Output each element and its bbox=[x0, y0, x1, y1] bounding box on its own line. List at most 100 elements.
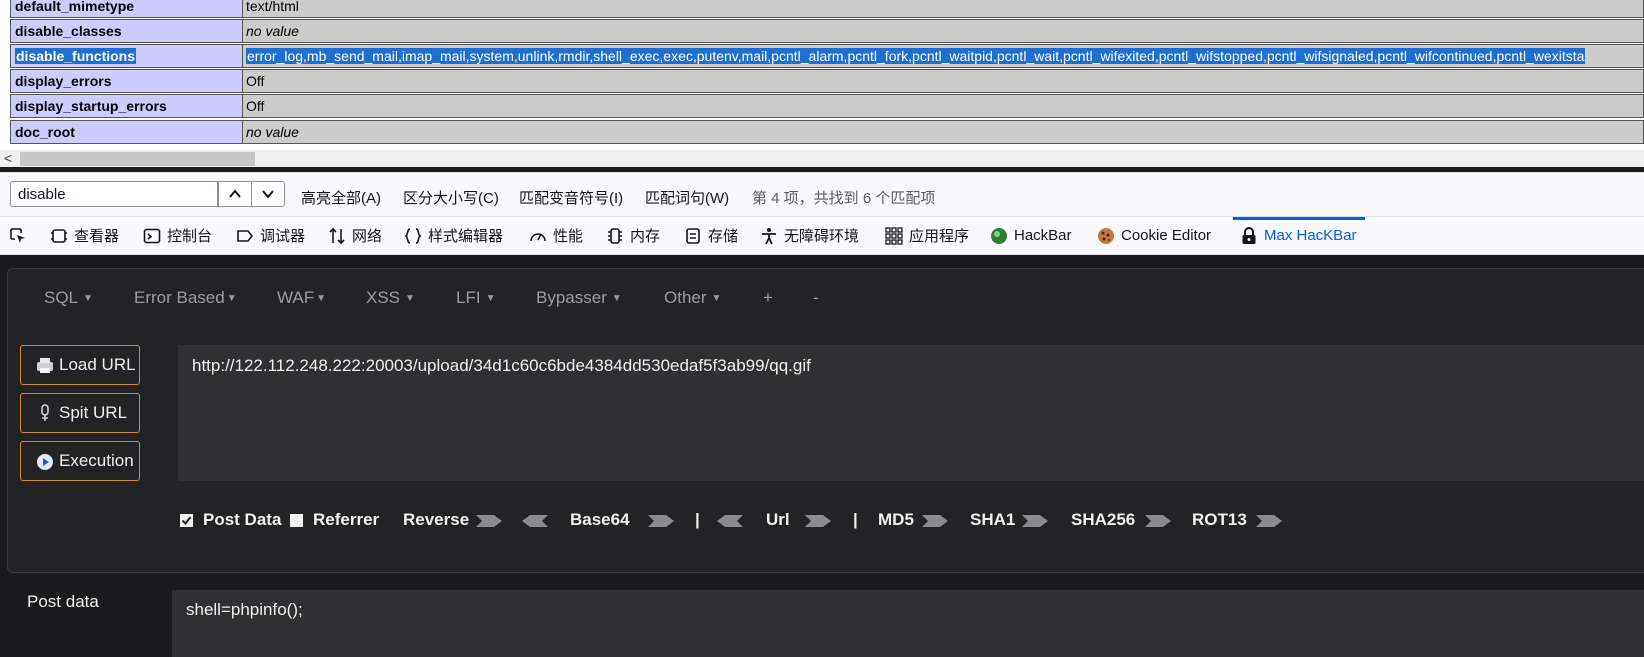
menu-sql[interactable]: SQL ▼ bbox=[44, 288, 93, 308]
menu-error-based[interactable]: Error Based ▼ bbox=[134, 288, 237, 308]
table-row: disable_classes no value bbox=[10, 19, 1644, 43]
tab-network[interactable]: 网络 bbox=[328, 217, 382, 254]
add-button[interactable]: + bbox=[763, 288, 773, 308]
load-url-button[interactable]: Load URL bbox=[20, 345, 140, 385]
application-icon bbox=[885, 226, 903, 245]
post-data-label: Post data bbox=[27, 592, 99, 611]
menu-other[interactable]: Other ▼ bbox=[664, 288, 721, 308]
style-editor-icon bbox=[404, 227, 422, 244]
selected-text: error_log,mb_send_mail,imap_mail,system,… bbox=[246, 48, 1586, 64]
match-diacritics-option[interactable]: 匹配变音符号(I) bbox=[519, 187, 623, 208]
menu-waf[interactable]: WAF ▼ bbox=[277, 288, 326, 308]
split-url-button[interactable]: Spit URL bbox=[20, 393, 140, 433]
caret-down-icon: ▼ bbox=[226, 293, 237, 305]
arrow-left-icon[interactable] bbox=[717, 513, 743, 529]
table-row: default_mimetype text/html bbox=[10, 0, 1644, 18]
separator: | bbox=[695, 510, 700, 529]
lock-icon bbox=[1242, 226, 1256, 244]
sha1-button[interactable]: SHA1 bbox=[970, 510, 1015, 530]
checkbox-checked-icon bbox=[180, 513, 193, 527]
match-case-option[interactable]: 区分大小写(C) bbox=[403, 187, 499, 208]
tab-console[interactable]: 控制台 bbox=[143, 217, 212, 254]
base64-button[interactable]: Base64 bbox=[570, 510, 630, 530]
checkbox-unchecked-icon bbox=[290, 513, 303, 527]
tab-storage[interactable]: 存储 bbox=[684, 217, 738, 254]
url-textarea[interactable]: http://122.112.248.222:20003/upload/34d1… bbox=[178, 345, 1644, 481]
scrollbar-thumb[interactable] bbox=[20, 152, 255, 166]
tab-accessibility[interactable]: 无障碍环境 bbox=[760, 217, 859, 254]
debugger-icon bbox=[237, 229, 254, 242]
chevron-up-icon bbox=[229, 189, 241, 198]
arrow-left-icon[interactable] bbox=[522, 513, 548, 529]
caret-down-icon: ▼ bbox=[485, 293, 496, 305]
tab-max-hackbar[interactable]: Max HacKBar bbox=[1233, 217, 1365, 254]
tab-cookie-editor[interactable]: Cookie Editor bbox=[1097, 217, 1211, 254]
directive-value: Off bbox=[243, 69, 1644, 93]
directive-value: no value bbox=[243, 120, 1644, 144]
chevron-down-icon bbox=[262, 190, 274, 199]
url-encode-button[interactable]: Url bbox=[766, 510, 790, 530]
find-status: 第 4 项，共找到 6 个匹配项 bbox=[752, 190, 936, 207]
tab-debugger[interactable]: 调试器 bbox=[236, 217, 305, 254]
console-icon bbox=[143, 228, 161, 243]
storage-icon bbox=[686, 227, 700, 244]
post-data-checkbox[interactable]: Post Data bbox=[180, 510, 281, 530]
menu-lfi[interactable]: LFI ▼ bbox=[456, 288, 495, 308]
directive-name: disable_functions bbox=[10, 44, 243, 68]
whole-words-option[interactable]: 匹配词句(W) bbox=[645, 187, 729, 208]
arrow-right-icon[interactable] bbox=[476, 513, 502, 529]
directive-value: error_log,mb_send_mail,imap_mail,system,… bbox=[243, 44, 1644, 68]
find-bar: 高亮全部(A) 区分大小写(C) 匹配变音符号(I) 匹配词句(W) 第 4 项… bbox=[0, 172, 1644, 217]
find-next-button[interactable] bbox=[251, 181, 285, 207]
arrow-right-icon[interactable] bbox=[1256, 513, 1282, 529]
load-icon bbox=[37, 358, 53, 373]
table-row: doc_root no value bbox=[10, 120, 1644, 144]
performance-icon bbox=[530, 232, 546, 241]
directive-name: default_mimetype bbox=[10, 0, 243, 18]
directive-value: no value bbox=[243, 19, 1644, 43]
element-picker-button[interactable] bbox=[9, 217, 33, 254]
tab-performance[interactable]: 性能 bbox=[529, 217, 583, 254]
directive-value: Off bbox=[243, 94, 1644, 118]
find-input[interactable] bbox=[10, 181, 218, 207]
tab-style-editor[interactable]: 样式编辑器 bbox=[404, 217, 503, 254]
arrow-right-icon[interactable] bbox=[1145, 513, 1171, 529]
md5-button[interactable]: MD5 bbox=[878, 510, 914, 530]
play-icon bbox=[37, 454, 53, 470]
picker-icon bbox=[10, 227, 25, 243]
tab-memory[interactable]: 内存 bbox=[606, 217, 660, 254]
directive-name: doc_root bbox=[10, 120, 243, 144]
tab-inspector[interactable]: 查看器 bbox=[50, 217, 119, 254]
arrow-right-icon[interactable] bbox=[648, 513, 674, 529]
caret-down-icon: ▼ bbox=[405, 293, 415, 305]
arrow-right-icon[interactable] bbox=[1022, 513, 1048, 529]
arrow-right-icon[interactable] bbox=[805, 513, 831, 529]
phpinfo-table: default_mimetype text/html disable_class… bbox=[0, 0, 1644, 150]
find-previous-button[interactable] bbox=[218, 181, 252, 207]
rot13-button[interactable]: ROT13 bbox=[1192, 510, 1247, 530]
post-data-textarea[interactable]: shell=phpinfo(); bbox=[172, 590, 1644, 657]
inspector-icon bbox=[51, 228, 67, 243]
reverse-button[interactable]: Reverse bbox=[403, 510, 469, 530]
arrow-right-icon[interactable] bbox=[922, 513, 948, 529]
split-icon bbox=[41, 404, 49, 421]
referrer-checkbox[interactable]: Referrer bbox=[290, 510, 379, 530]
devtools-toolbar: 查看器 控制台 调试器 网络 样式编辑器 性能 内存 存储 无障碍环境 应用程序… bbox=[0, 216, 1644, 255]
scroll-left-icon[interactable]: < bbox=[4, 150, 12, 167]
sha256-button[interactable]: SHA256 bbox=[1071, 510, 1135, 530]
caret-down-icon: ▼ bbox=[83, 293, 93, 305]
table-row: disable_functions error_log,mb_send_mail… bbox=[10, 44, 1644, 68]
execution-button[interactable]: Execution bbox=[20, 441, 140, 481]
tab-application[interactable]: 应用程序 bbox=[885, 217, 969, 254]
accessibility-icon bbox=[762, 227, 776, 244]
highlight-all-option[interactable]: 高亮全部(A) bbox=[301, 187, 381, 208]
horizontal-scrollbar[interactable]: < bbox=[0, 150, 1644, 167]
tab-hackbar[interactable]: HackBar bbox=[990, 217, 1072, 254]
menu-xss[interactable]: XSS ▼ bbox=[366, 288, 415, 308]
cookie-icon bbox=[1098, 227, 1114, 244]
directive-name: display_startup_errors bbox=[10, 94, 243, 118]
remove-button[interactable]: - bbox=[813, 288, 819, 308]
network-icon bbox=[329, 227, 345, 244]
memory-icon bbox=[608, 227, 622, 244]
menu-bypasser[interactable]: Bypasser ▼ bbox=[536, 288, 622, 308]
